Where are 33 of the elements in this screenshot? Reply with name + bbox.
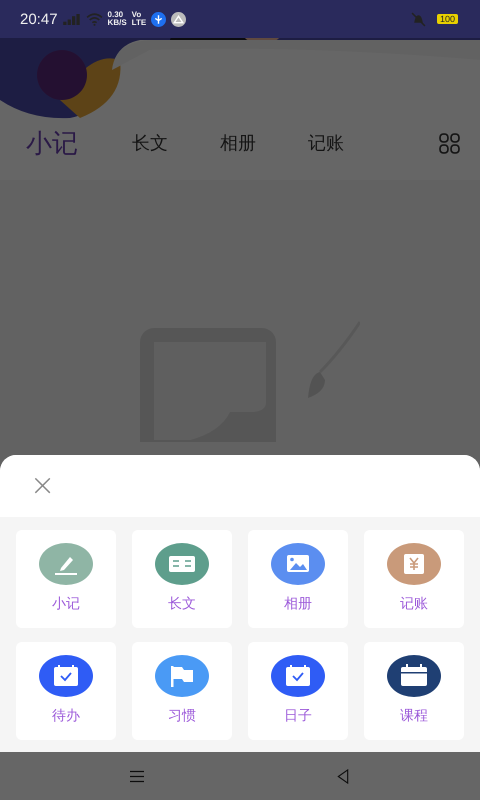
option-card[interactable]: 相册 — [248, 530, 348, 628]
tab[interactable]: 相册 — [220, 131, 256, 155]
usb-icon — [151, 12, 166, 26]
network-type: Vo LTE — [132, 11, 146, 27]
option-label: 待办 — [52, 707, 80, 725]
wifi-icon — [86, 12, 103, 26]
option-label: 课程 — [400, 707, 428, 725]
app-icon — [171, 12, 186, 26]
tab[interactable]: 小记 — [26, 126, 78, 160]
option-card[interactable]: 记账 — [364, 530, 464, 628]
option-card[interactable]: 课程 — [364, 642, 464, 740]
menu-icon[interactable] — [129, 768, 145, 784]
option-label: 相册 — [284, 595, 312, 613]
signal-icon — [62, 14, 81, 24]
battery-level: 100 — [436, 14, 458, 24]
grid-icon[interactable] — [439, 132, 460, 154]
clock-time: 20:47 — [20, 10, 58, 28]
option-label: 习惯 — [168, 707, 196, 725]
tab[interactable]: 记账 — [308, 131, 344, 155]
option-card[interactable]: 日子 — [248, 642, 348, 740]
close-button[interactable]: × — [28, 471, 58, 501]
option-card[interactable]: 待办 — [16, 642, 116, 740]
option-label: 记账 — [400, 595, 428, 613]
option-label: 日子 — [284, 707, 312, 725]
tab[interactable]: 长文 — [132, 131, 168, 155]
network-speed: 0.30 KB/S — [108, 11, 127, 27]
option-label: 小记 — [52, 595, 80, 613]
option-card[interactable]: 长文 — [132, 530, 232, 628]
mute-icon — [410, 12, 426, 26]
back-icon[interactable] — [335, 768, 351, 784]
option-card[interactable]: 习惯 — [132, 642, 232, 740]
option-card[interactable]: 小记 — [16, 530, 116, 628]
option-label: 长文 — [168, 595, 196, 613]
